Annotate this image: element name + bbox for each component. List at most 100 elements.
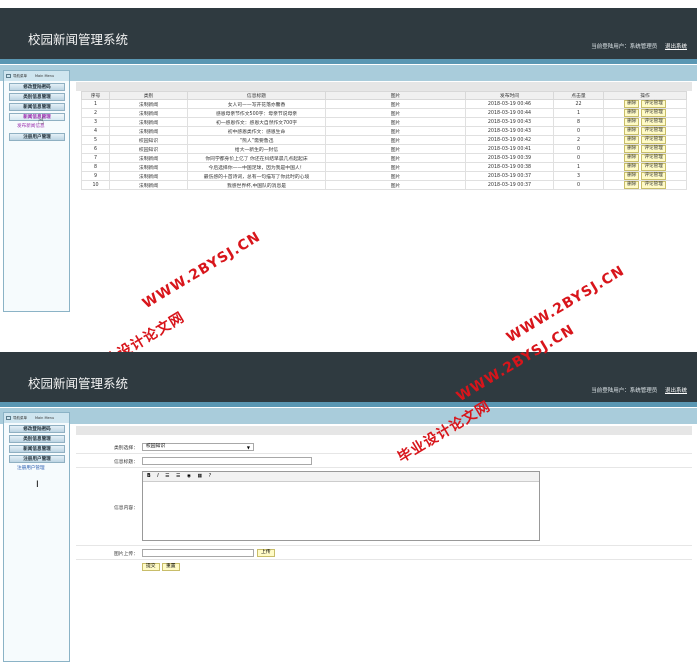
sidebar-subitem-users[interactable]: 注册用户管理 bbox=[17, 465, 69, 473]
delete-button[interactable]: 删除 bbox=[624, 100, 640, 108]
unordered-list-icon[interactable]: ☰ bbox=[176, 472, 180, 482]
title-input[interactable] bbox=[142, 457, 312, 465]
cell-actions: 删除 评论管理 bbox=[603, 108, 687, 118]
submit-button[interactable]: 提交 bbox=[142, 563, 160, 571]
cell-image[interactable]: 图片 bbox=[325, 135, 466, 145]
sidebar-item-category[interactable]: 类别信息管理 bbox=[9, 93, 65, 101]
image-icon[interactable]: ▦ bbox=[198, 472, 203, 482]
cell-image[interactable]: 图片 bbox=[325, 153, 466, 163]
table-row: 8 法制新闻 今后选择你——中国足球，因为我是中国人！ 图片 2018-03-19 00… bbox=[81, 162, 687, 172]
sidebar-item-users[interactable]: 注册用户管理 bbox=[9, 133, 65, 141]
delete-button[interactable]: 删除 bbox=[624, 172, 640, 180]
comment-manage-button[interactable]: 评论管理 bbox=[641, 109, 666, 117]
cell-image[interactable]: 图片 bbox=[325, 144, 466, 154]
comment-manage-button[interactable]: 评论管理 bbox=[641, 163, 666, 171]
sidebar-item-users-2[interactable]: 注册用户管理 bbox=[9, 455, 65, 463]
cell-time: 2018-03-19 00:41 bbox=[465, 144, 554, 154]
delete-button[interactable]: 删除 bbox=[624, 127, 640, 135]
sidebar-item-news[interactable]: 新闻信息管理 bbox=[9, 103, 65, 111]
cell-time: 2018-03-19 00:46 bbox=[465, 99, 554, 109]
cell-actions: 删除 评论管理 bbox=[603, 135, 687, 145]
table-row: 7 法制新闻 你同学都身价上亿了 你还在纠结早晨几点起起床 图片 2018-03-19 … bbox=[81, 153, 687, 163]
sidebar-title-cn-2: 导航菜单 bbox=[13, 416, 27, 420]
delete-button[interactable]: 删除 bbox=[624, 118, 640, 126]
cell-image[interactable]: 图片 bbox=[325, 108, 466, 118]
sidebar-item-change-password-2[interactable]: 修改登陆密码 bbox=[9, 425, 65, 433]
comment-manage-button[interactable]: 评论管理 bbox=[641, 154, 666, 162]
link-icon[interactable]: ◉ bbox=[187, 472, 191, 482]
cell-category: 法制新闻 bbox=[109, 162, 188, 172]
sidebar-item-news-active[interactable]: 新闻信息管理 bbox=[9, 113, 65, 121]
table-row: 1 法制新闻 女人司——写开花落亦馨香 图片 2018-03-19 00:46 22 删除评… bbox=[81, 99, 687, 109]
delete-button[interactable]: 删除 bbox=[624, 154, 640, 162]
cell-index: 10 bbox=[81, 180, 110, 190]
sidebar-title: 导航菜单 Main Menu bbox=[4, 71, 69, 81]
delete-button[interactable]: 删除 bbox=[624, 145, 640, 153]
sidebar-title-en-2: Main Menu bbox=[35, 416, 55, 420]
upload-input[interactable] bbox=[142, 549, 254, 557]
hand-cursor-icon: ☝ bbox=[38, 116, 45, 127]
comment-manage-button[interactable]: 评论管理 bbox=[641, 181, 666, 189]
sidebar-item-change-password[interactable]: 修改登陆密码 bbox=[9, 83, 65, 91]
cell-clicks: 0 bbox=[553, 153, 604, 163]
table-row: 9 法制新闻 最伤感的十首诗词，总有一句描写了你此时的心境 图片 2018-03-19 … bbox=[81, 171, 687, 181]
comment-manage-button[interactable]: 评论管理 bbox=[641, 136, 666, 144]
comment-manage-button[interactable]: 评论管理 bbox=[641, 145, 666, 153]
logout-link[interactable]: 退出系统 bbox=[665, 42, 687, 50]
comment-manage-button[interactable]: 评论管理 bbox=[641, 172, 666, 180]
delete-button[interactable]: 删除 bbox=[624, 109, 640, 117]
cell-index: 5 bbox=[81, 135, 110, 145]
col-image: 图片 bbox=[325, 91, 466, 100]
news-table: 序号 类别 信息标题 图片 发布时间 点击量 操作 1 法制新闻 女人司——写开花落… bbox=[81, 91, 687, 190]
col-index: 序号 bbox=[81, 91, 110, 100]
category-select[interactable]: 校园知识 ▼ bbox=[142, 443, 254, 451]
cell-actions: 删除 评论管理 bbox=[603, 99, 687, 109]
upload-label: 图片上传： bbox=[114, 552, 138, 557]
cell-category: 法制新闻 bbox=[109, 126, 188, 136]
user-info-2: 当前登陆用户：系统管理员 退出系统 bbox=[591, 386, 687, 394]
cell-image[interactable]: 图片 bbox=[325, 180, 466, 190]
menu-icon bbox=[6, 74, 11, 78]
app-title-2: 校园新闻管理系统 bbox=[28, 376, 129, 391]
logout-link-2[interactable]: 退出系统 bbox=[665, 386, 687, 394]
italic-icon[interactable]: I bbox=[157, 472, 158, 482]
delete-button[interactable]: 删除 bbox=[624, 181, 640, 189]
category-selected: 校园知识 bbox=[146, 444, 166, 449]
row-upload: 图片上传： 上传 bbox=[76, 546, 692, 560]
cell-actions: 删除 评论管理 bbox=[603, 162, 687, 172]
cell-category: 法制新闻 bbox=[109, 99, 188, 109]
cell-image[interactable]: 图片 bbox=[325, 117, 466, 127]
sidebar-item-category-2[interactable]: 类别信息管理 bbox=[9, 435, 65, 443]
cell-image[interactable]: 图片 bbox=[325, 99, 466, 109]
comment-manage-button[interactable]: 评论管理 bbox=[641, 118, 666, 126]
cell-image[interactable]: 图片 bbox=[325, 171, 466, 181]
comment-manage-button[interactable]: 评论管理 bbox=[641, 100, 666, 108]
cell-actions: 删除 评论管理 bbox=[603, 180, 687, 190]
table-header-row: 序号 类别 信息标题 图片 发布时间 点击量 操作 bbox=[81, 91, 687, 100]
sidebar-title-en: Main Menu bbox=[35, 74, 55, 78]
reset-button[interactable]: 重置 bbox=[162, 563, 180, 571]
row-category: 类别选择： 校园知识 ▼ bbox=[76, 440, 692, 454]
cell-image[interactable]: 图片 bbox=[325, 126, 466, 136]
cell-actions: 删除 评论管理 bbox=[603, 144, 687, 154]
sidebar-title-2: 导航菜单 Main Menu bbox=[4, 413, 69, 423]
delete-button[interactable]: 删除 bbox=[624, 136, 640, 144]
upload-button[interactable]: 上传 bbox=[257, 549, 275, 557]
help-icon[interactable]: ? bbox=[209, 472, 212, 482]
rich-text-editor[interactable]: B I ☰ ☰ ◉ ▦ ? bbox=[142, 471, 540, 541]
ordered-list-icon[interactable]: ☰ bbox=[165, 472, 169, 482]
col-clicks: 点击量 bbox=[553, 91, 604, 100]
cell-clicks: 22 bbox=[553, 99, 604, 109]
comment-manage-button[interactable]: 评论管理 bbox=[641, 127, 666, 135]
delete-button[interactable]: 删除 bbox=[624, 163, 640, 171]
cell-time: 2018-03-19 00:38 bbox=[465, 162, 554, 172]
table-row: 5 校园知识 “熊人”需要鲁迅 图片 2018-03-19 00:42 2 删除 评论管理 bbox=[81, 135, 687, 145]
cell-clicks: 3 bbox=[553, 171, 604, 181]
bold-icon[interactable]: B bbox=[147, 472, 151, 482]
cell-title: 初一感恩作文：感恩大自然作文700字 bbox=[187, 117, 326, 127]
cell-title: 女人司——写开花落亦馨香 bbox=[187, 99, 326, 109]
cell-title: 初中感恩类作文：感恩生命 bbox=[187, 126, 326, 136]
cell-image[interactable]: 图片 bbox=[325, 162, 466, 172]
sidebar-item-news-2[interactable]: 新闻信息管理 bbox=[9, 445, 65, 453]
user-info: 当前登陆用户：系统管理员 退出系统 bbox=[591, 42, 687, 50]
